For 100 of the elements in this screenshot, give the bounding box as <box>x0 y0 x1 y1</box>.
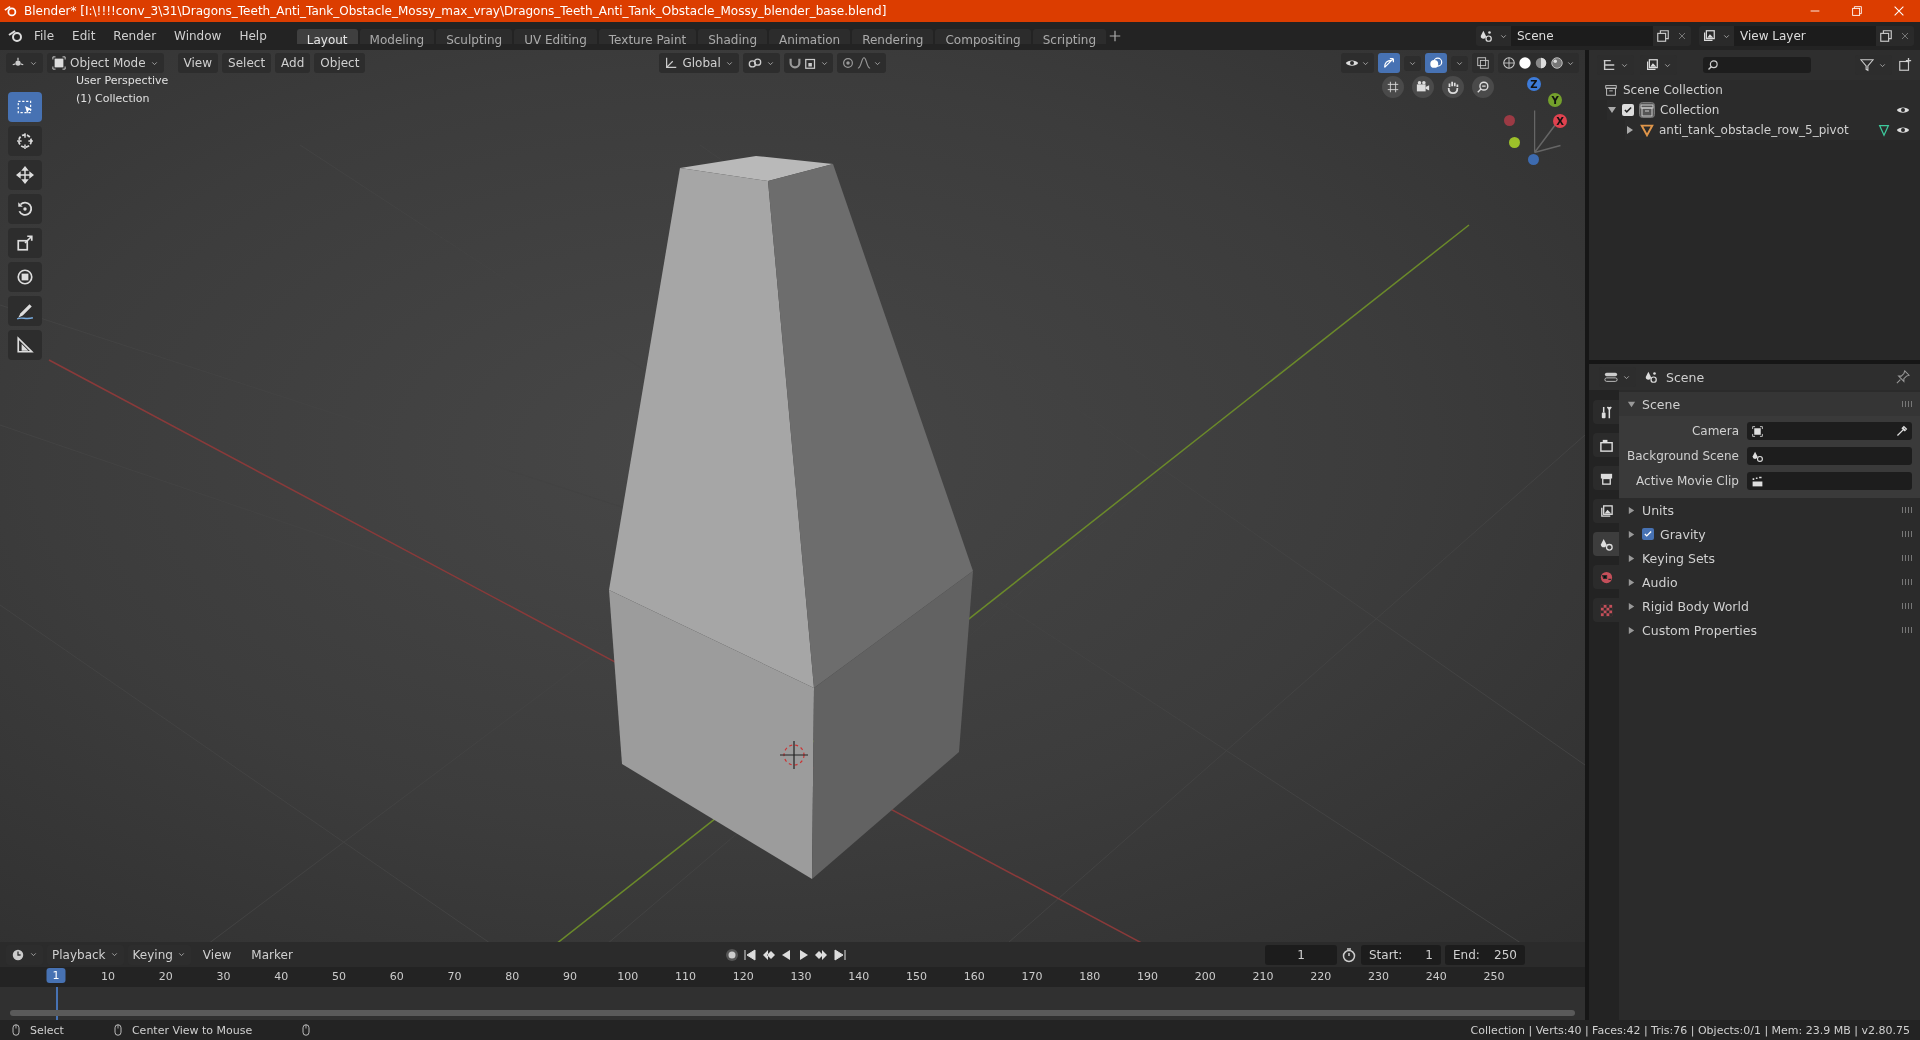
status-stats: Collection | Verts:40 | Faces:42 | Tris:76 | Objects:0/1 | Mem: 23.9 MB | v2.80.75 <box>1470 1023 1910 1037</box>
scrollbar[interactable] <box>10 1010 1575 1016</box>
pin-icon[interactable] <box>1896 370 1910 384</box>
panel-header[interactable]: Gravity <box>1619 522 1920 546</box>
gizmo-axis-handle[interactable] <box>1509 137 1520 148</box>
orientation-icon <box>664 56 679 70</box>
tool-button[interactable] <box>8 126 42 156</box>
tool-button[interactable] <box>8 330 42 360</box>
pivot-dropdown[interactable] <box>742 53 780 73</box>
copy-icon[interactable] <box>1656 29 1670 43</box>
scene-field[interactable]: Scene <box>1511 26 1653 46</box>
tool-button[interactable] <box>8 194 42 224</box>
jump-start-icon[interactable] <box>741 946 758 963</box>
end-frame-field[interactable]: End: 250 <box>1445 944 1525 965</box>
magnet-icon[interactable] <box>787 56 802 70</box>
material-shading-icon[interactable] <box>1534 56 1548 70</box>
xray-icon[interactable] <box>1476 56 1490 70</box>
camera-view-button[interactable] <box>1412 76 1434 98</box>
menu-item[interactable]: File <box>26 26 63 46</box>
frame-number: 240 <box>1425 970 1447 983</box>
menu-item[interactable]: View <box>194 944 240 965</box>
status-hint: Select <box>30 1023 64 1037</box>
tool-button[interactable] <box>8 92 42 122</box>
snap-icon[interactable] <box>803 56 818 70</box>
editor-type-button[interactable] <box>6 53 43 73</box>
workspace-tab[interactable]: Animation <box>769 28 851 44</box>
caret-icon <box>29 950 38 959</box>
eyedropper-icon[interactable] <box>1895 424 1908 438</box>
ruler-icon <box>16 336 34 354</box>
frame-number: 10 <box>101 970 115 983</box>
new-collection-icon[interactable] <box>1898 58 1912 72</box>
collapsed-arrow-icon[interactable] <box>1625 125 1635 135</box>
gizmo-icon[interactable] <box>1382 56 1396 70</box>
record-icon[interactable] <box>723 946 740 963</box>
gizmo-axis-handle[interactable] <box>1504 115 1515 126</box>
outliner-label: Scene Collection <box>1623 83 1724 97</box>
add-icon[interactable] <box>1108 29 1123 43</box>
proportional-icon[interactable] <box>840 56 855 70</box>
orientation-dropdown[interactable]: Global <box>659 53 739 73</box>
scale-icon <box>16 234 34 252</box>
wireframe-icon[interactable] <box>1502 56 1516 70</box>
tool-button[interactable] <box>8 160 42 190</box>
panel-header[interactable]: Scene <box>1619 392 1920 416</box>
close-icon[interactable] <box>1676 30 1688 42</box>
falloff-icon[interactable] <box>856 56 871 70</box>
checkbox[interactable] <box>1622 104 1634 116</box>
stopwatch-icon[interactable] <box>1341 946 1357 963</box>
input-field[interactable] <box>1747 472 1912 490</box>
tool-button[interactable] <box>8 262 42 292</box>
tool-button[interactable] <box>8 228 42 258</box>
properties-tab[interactable] <box>1593 466 1619 490</box>
gizmo-axis-handle[interactable] <box>1528 154 1539 165</box>
gizmo-axis[interactable]: X <box>1553 114 1567 128</box>
start-frame-field[interactable]: Start: 1 <box>1361 944 1441 965</box>
current-frame-field[interactable]: 1 <box>1265 944 1337 965</box>
transform-icon <box>16 268 34 286</box>
menu-item[interactable]: Edit <box>64 26 104 46</box>
panel-header[interactable]: Units <box>1619 498 1920 522</box>
input-field[interactable] <box>1747 447 1912 465</box>
menu-item[interactable]: Add <box>275 53 311 73</box>
view-layer-field[interactable]: View Layer <box>1734 26 1876 46</box>
expanded-arrow-icon[interactable] <box>1607 105 1617 115</box>
close-icon[interactable] <box>1892 4 1906 18</box>
checkbox[interactable] <box>1642 528 1654 540</box>
panel-title: Keying Sets <box>1642 550 1716 566</box>
menu-item[interactable]: Help <box>231 26 275 46</box>
menu-item[interactable]: Render <box>105 26 165 46</box>
properties-tab[interactable] <box>1593 400 1619 424</box>
playhead-frame[interactable]: 1 <box>46 968 66 983</box>
close-icon[interactable] <box>1899 30 1911 42</box>
frame-number: 60 <box>389 970 404 983</box>
panel-header[interactable]: Keying Sets <box>1619 546 1920 570</box>
tool-button[interactable] <box>8 296 42 326</box>
rendered-shading-icon[interactable] <box>1550 56 1564 70</box>
restore-icon[interactable] <box>1850 4 1864 18</box>
menu-item[interactable]: Object <box>314 53 366 73</box>
overlays-icon[interactable] <box>1429 56 1443 70</box>
menu-item[interactable]: Marker <box>243 944 301 965</box>
solid-shading-icon[interactable] <box>1518 56 1532 70</box>
frame-number: 200 <box>1194 970 1216 983</box>
mode-dropdown[interactable]: Object Mode <box>47 53 164 73</box>
menu-item[interactable]: Select <box>222 53 272 73</box>
pan-view-button[interactable] <box>1442 76 1464 98</box>
jump-end-icon[interactable] <box>831 946 848 963</box>
menu-item[interactable]: Window <box>166 26 230 46</box>
workspace-tab[interactable]: Texture Paint <box>598 28 697 44</box>
properties-tab[interactable] <box>1593 499 1619 523</box>
panel-header[interactable]: Custom Properties <box>1619 618 1920 642</box>
menu-item[interactable]: View <box>177 53 219 73</box>
search-field[interactable] <box>1703 57 1811 73</box>
zoom-view-button[interactable] <box>1472 76 1494 98</box>
grid-view-button[interactable] <box>1382 76 1404 98</box>
copy-icon[interactable] <box>1879 29 1893 43</box>
input-field[interactable] <box>1747 422 1912 440</box>
properties-tab[interactable] <box>1593 532 1619 556</box>
panel-header[interactable]: Audio <box>1619 570 1920 594</box>
gizmo-axis[interactable]: Z <box>1527 77 1541 91</box>
properties-tab[interactable] <box>1593 433 1619 457</box>
panel-header[interactable]: Rigid Body World <box>1619 594 1920 618</box>
gizmo-axis[interactable]: Y <box>1548 93 1562 107</box>
